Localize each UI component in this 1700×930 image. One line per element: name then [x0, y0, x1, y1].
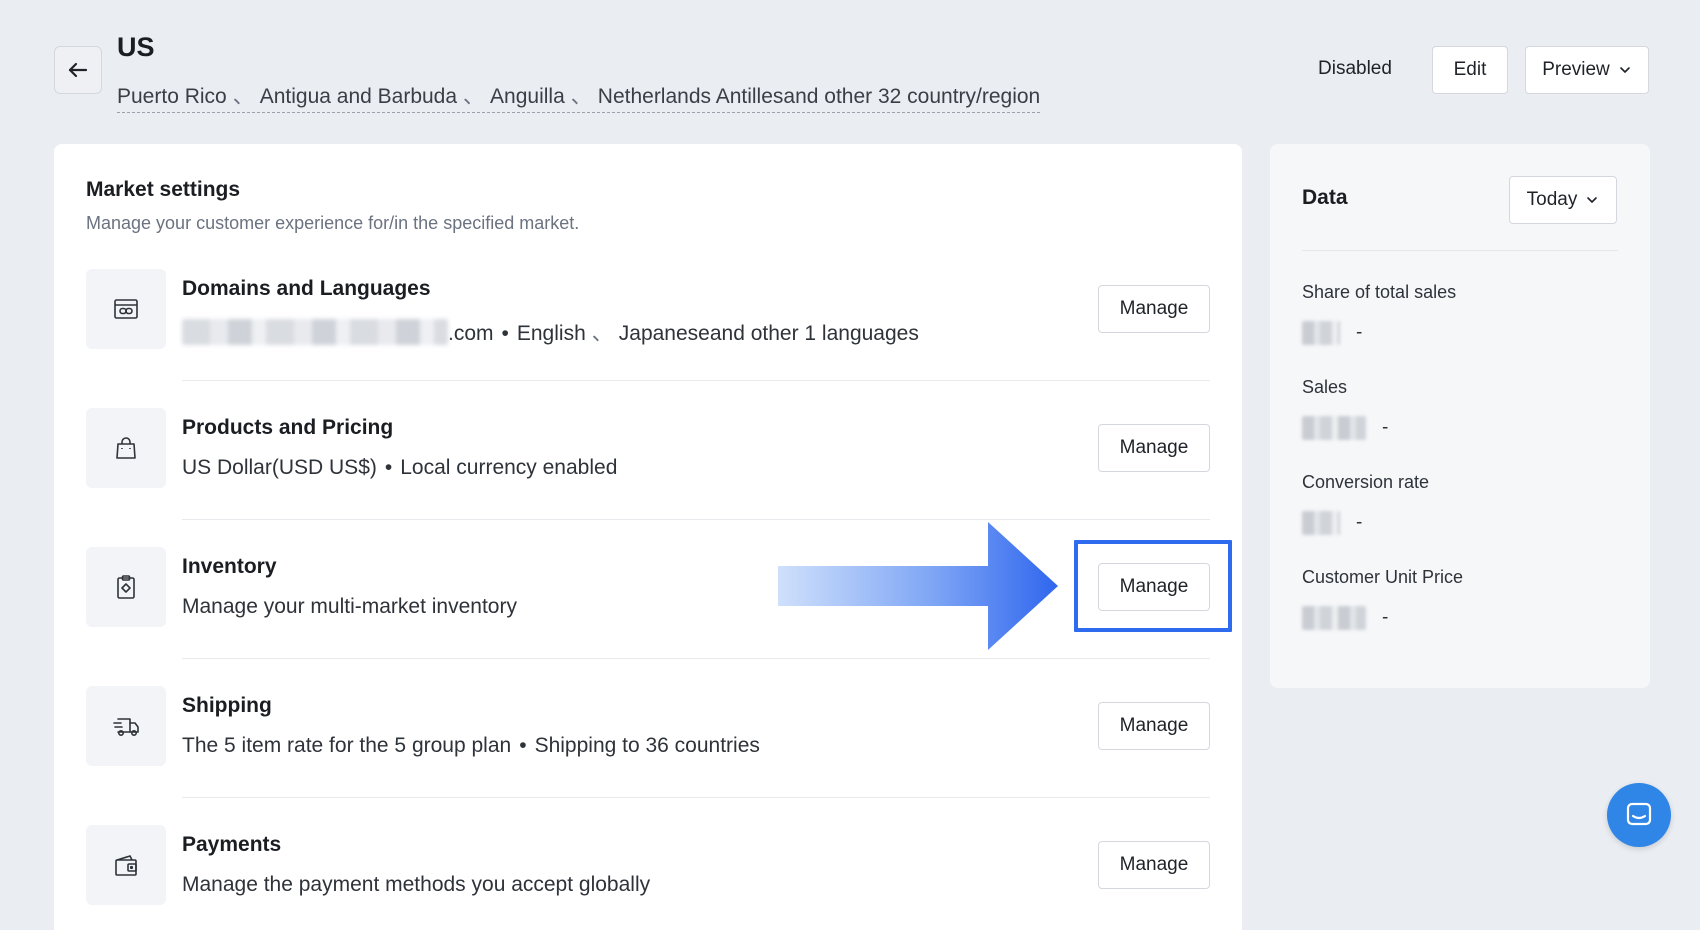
redacted-value	[1302, 321, 1340, 345]
chat-icon	[1626, 802, 1652, 826]
data-panel: Data Today Share of total sales - Sales …	[1270, 144, 1650, 688]
metric-conversion-rate: Conversion rate -	[1302, 472, 1429, 535]
preview-label: Preview	[1542, 59, 1610, 80]
setting-row-domains: Domains and Languages .com • English、 Japan…	[86, 269, 1210, 349]
delivery-truck-icon	[113, 718, 139, 736]
page-title: US	[117, 32, 155, 62]
metric-value: -	[1382, 417, 1389, 438]
chat-button[interactable]	[1607, 783, 1671, 847]
redacted-value	[1302, 416, 1366, 440]
row-description: Manage the payment methods you accept gl…	[182, 873, 651, 896]
row-description: US Dollar(USD US$) • Local currency enable…	[182, 456, 618, 479]
manage-products-button[interactable]: Manage	[1098, 424, 1210, 472]
manage-shipping-button[interactable]: Manage	[1098, 702, 1210, 750]
metric-value: -	[1382, 607, 1389, 628]
arrow-annotation	[778, 522, 1058, 650]
date-range-label: Today	[1526, 189, 1578, 210]
metric-sales: Sales -	[1302, 377, 1388, 440]
region-item: Antigua and Barbuda	[259, 85, 458, 108]
setting-row-shipping: Shipping The 5 item rate for the 5 group…	[86, 686, 1210, 766]
manage-payments-button[interactable]: Manage	[1098, 841, 1210, 889]
currency-status: Local currency enabled	[400, 456, 618, 479]
metric-label: Customer Unit Price	[1302, 567, 1464, 587]
divider	[182, 380, 1210, 381]
currency-detail: US Dollar(USD US$)	[182, 456, 377, 479]
highlight-box	[1074, 540, 1232, 632]
region-separator: 、	[570, 85, 592, 108]
region-item: Anguilla	[490, 85, 565, 108]
metric-label: Share of total sales	[1302, 282, 1457, 302]
language-item: Japaneseand other 1 languages	[618, 322, 919, 345]
language-separator: 、	[591, 322, 613, 345]
setting-row-products: Products and Pricing US Dollar(USD US$) •…	[86, 408, 1210, 488]
row-title: Shipping	[182, 694, 272, 717]
row-title: Payments	[182, 833, 282, 856]
row-title: Products and Pricing	[182, 416, 394, 439]
browser-link-icon	[114, 299, 138, 319]
date-range-dropdown[interactable]: Today	[1509, 176, 1617, 224]
arrow-left-icon	[68, 62, 88, 78]
card-title: Market settings	[86, 178, 241, 201]
region-separator: 、	[232, 85, 254, 108]
redacted-domain	[182, 319, 448, 345]
redacted-value	[1302, 606, 1366, 630]
domain-suffix: .com	[448, 322, 494, 345]
metric-label: Conversion rate	[1302, 472, 1430, 492]
wallet-icon	[115, 855, 137, 876]
metric-share-of-sales: Share of total sales -	[1302, 282, 1456, 345]
market-status: Disabled	[1318, 58, 1392, 79]
region-separator: 、	[463, 85, 485, 108]
divider	[182, 797, 1210, 798]
card-subtitle: Manage your customer experience for/in t…	[86, 213, 580, 233]
market-settings-card: Market settings Manage your customer exp…	[54, 144, 1242, 930]
divider	[182, 658, 1210, 659]
shopping-bag-icon	[116, 437, 136, 459]
edit-button[interactable]: Edit	[1432, 46, 1508, 94]
divider	[1302, 250, 1618, 251]
data-title: Data	[1302, 186, 1348, 209]
metric-label: Sales	[1302, 377, 1348, 397]
row-description: Manage your multi-market inventory	[182, 595, 517, 618]
row-title: Inventory	[182, 555, 277, 578]
shipping-coverage: Shipping to 36 countries	[534, 734, 760, 757]
region-item: Puerto Rico	[117, 85, 227, 108]
metric-value: -	[1356, 512, 1363, 533]
metric-customer-unit-price: Customer Unit Price -	[1302, 567, 1463, 630]
back-button[interactable]	[54, 46, 102, 94]
language-item: English	[516, 322, 586, 345]
region-item: Netherlands Antillesand other 32 country…	[597, 85, 1041, 108]
row-description: The 5 item rate for the 5 group plan • Shi…	[182, 734, 760, 757]
row-description: .com • English、 Japaneseand other 1 languag…	[182, 317, 919, 347]
region-list[interactable]: Puerto Rico、 Antigua and Barbuda、 Anguilla…	[117, 80, 1041, 113]
preview-button[interactable]: Preview	[1525, 46, 1649, 94]
chevron-down-icon	[1619, 67, 1630, 73]
row-title: Domains and Languages	[182, 277, 431, 300]
shipping-rate-detail: The 5 item rate for the 5 group plan	[182, 734, 512, 757]
metric-value: -	[1356, 322, 1363, 343]
manage-domains-button[interactable]: Manage	[1098, 285, 1210, 333]
redacted-value	[1302, 511, 1340, 535]
chevron-down-icon	[1587, 197, 1598, 203]
clipboard-icon	[117, 575, 135, 599]
setting-row-payments: Payments Manage the payment methods you …	[86, 825, 1210, 905]
